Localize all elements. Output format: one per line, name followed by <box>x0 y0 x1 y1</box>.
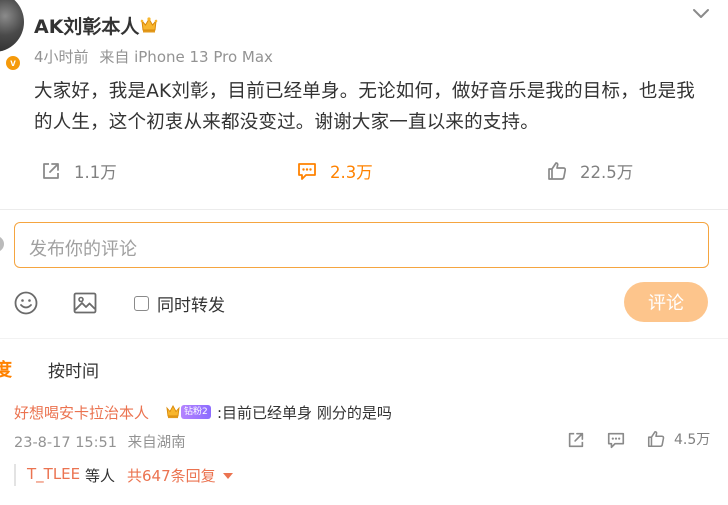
thumbs-up-icon <box>647 430 665 448</box>
image-icon[interactable] <box>72 290 98 316</box>
reply-username[interactable]: T_TLEE <box>27 465 80 483</box>
post-content: 大家好，我是AK刘彰，目前已经单身。无论如何，做好音乐是我的目标，也是我的人生，… <box>34 81 695 133</box>
reply-indent-bar <box>14 464 16 486</box>
caret-down-icon <box>222 472 233 479</box>
share-button[interactable]: 1.1万 <box>40 157 117 185</box>
comment-icon[interactable] <box>606 430 626 450</box>
comment-icon <box>298 163 316 180</box>
chevron-down-icon[interactable] <box>690 4 712 24</box>
comment-like-count: 4.5万 <box>674 432 711 448</box>
share-count: 1.1万 <box>74 163 117 182</box>
tab-by-time[interactable]: 按时间 <box>48 357 99 382</box>
divider <box>0 338 728 339</box>
avatar[interactable] <box>0 0 24 52</box>
repost-checkbox[interactable]: 同时转发 <box>134 291 225 316</box>
crown-icon <box>140 17 158 33</box>
tab-hot[interactable]: 度 <box>0 356 12 382</box>
post-username[interactable]: AK刘彰本人 <box>34 12 139 39</box>
expand-replies-link[interactable]: 共647条回复 <box>127 465 233 486</box>
comment-like-button[interactable]: 4.5万 <box>646 429 710 449</box>
fan-level-badge: 钻粉2 <box>181 405 211 419</box>
comment-text: :目前已经单身 刚分的是吗 <box>217 404 392 422</box>
emoji-icon[interactable] <box>13 290 39 316</box>
comment-date: 23-8-17 15:51 <box>14 435 117 451</box>
post-meta: 4小时前 来自 iPhone 13 Pro Max <box>34 46 273 67</box>
comment-input[interactable]: 发布你的评论 <box>14 222 709 268</box>
share-icon <box>43 163 59 179</box>
comment-meta: 23-8-17 15:51 来自湖南 <box>14 431 186 452</box>
verified-badge-icon: v <box>4 54 22 72</box>
side-handle <box>0 236 4 252</box>
reply-total: 共647条回复 <box>127 467 216 485</box>
like-button[interactable]: 22.5万 <box>546 157 633 185</box>
comment-username[interactable]: 好想喝安卡拉治本人 <box>14 402 149 423</box>
like-count: 22.5万 <box>580 163 634 182</box>
divider <box>0 209 728 210</box>
comment-button[interactable]: 2.3万 <box>296 157 373 185</box>
repost-label: 同时转发 <box>157 296 225 316</box>
thumbs-up-icon <box>548 162 567 180</box>
reply-connector-text: 等人 <box>85 467 116 485</box>
comment-count: 2.3万 <box>330 163 373 182</box>
submit-comment-button[interactable]: 评论 <box>624 282 708 322</box>
share-icon[interactable] <box>566 430 586 450</box>
comment-location: 来自湖南 <box>127 435 186 451</box>
crown-icon <box>166 405 180 419</box>
checkbox[interactable] <box>134 296 149 311</box>
post-time: 4小时前 <box>34 48 89 66</box>
post-source: 来自 iPhone 13 Pro Max <box>99 48 273 66</box>
